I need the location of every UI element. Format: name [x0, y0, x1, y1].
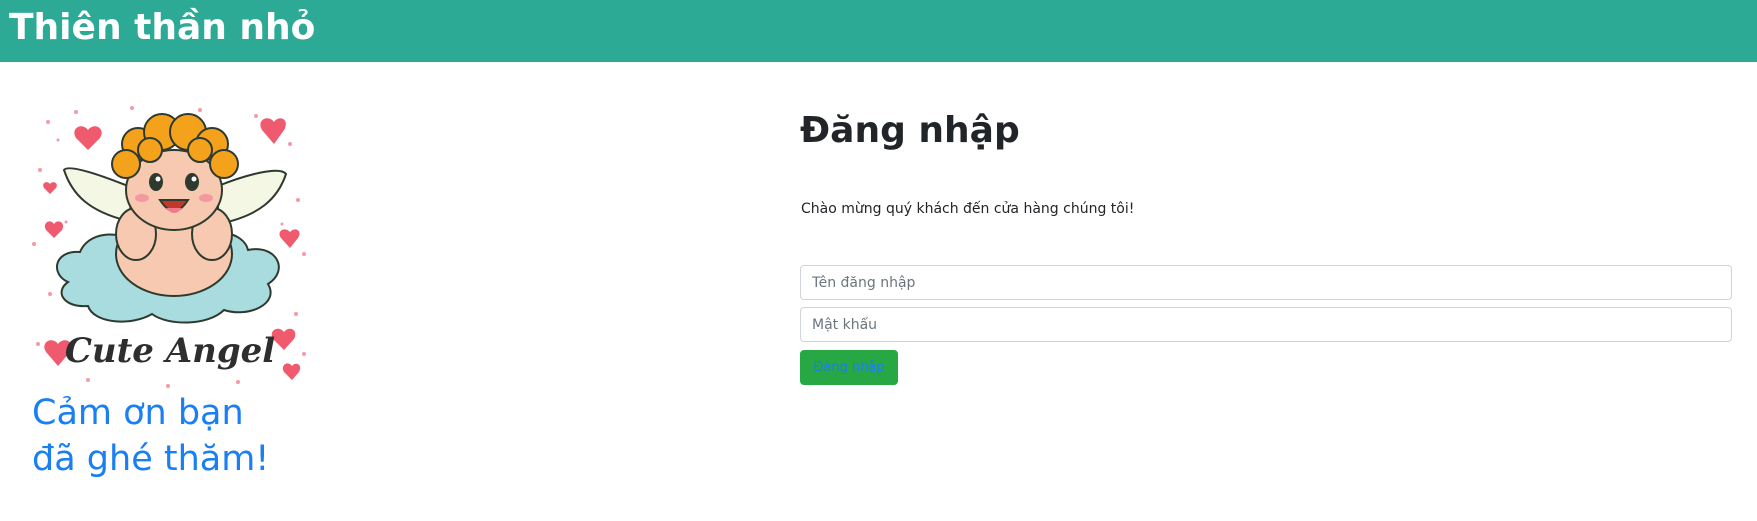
thanks-message: Cảm ơn bạn đã ghé thăm! [32, 390, 269, 482]
cute-angel-lettering: Cute Angel [65, 331, 275, 371]
password-input[interactable] [800, 307, 1732, 342]
welcome-text: Chào mừng quý khách đến cửa hàng chúng t… [801, 201, 1135, 217]
thanks-line-2: đã ghé thăm! [32, 439, 270, 479]
login-button[interactable]: Đăng nhập [800, 350, 898, 385]
thanks-line-1: Cảm ơn bạn [32, 393, 244, 433]
username-input[interactable] [800, 265, 1732, 300]
site-title: Thiên thần nhỏ [9, 7, 316, 48]
cute-angel-illustration: Cute Angel [32, 106, 306, 388]
login-title: Đăng nhập [800, 110, 1020, 151]
header-bar: Thiên thần nhỏ [0, 0, 1757, 62]
